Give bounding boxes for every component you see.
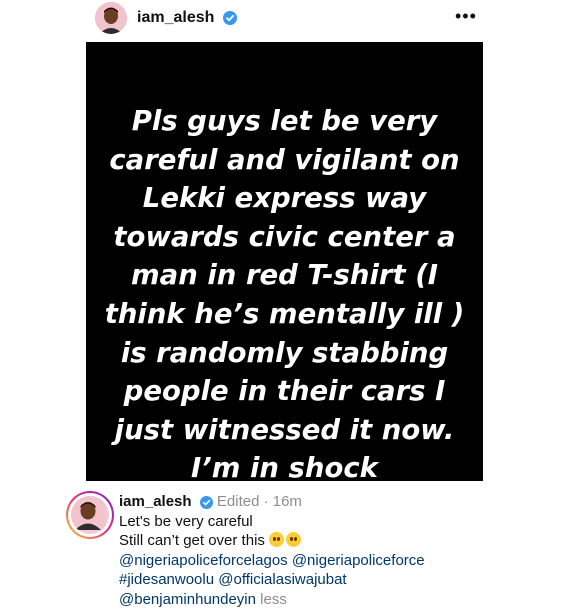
post-image: Pls guys let be very careful and vigilan… [86, 42, 483, 484]
caption-text: Still can’t get over this [119, 532, 265, 549]
caption: iam_alesh Edited · 16m Let's be very car… [119, 492, 549, 609]
username[interactable]: iam_alesh [137, 9, 237, 27]
pleading-face-emoji-icon [269, 532, 285, 547]
post-line: man in red T-shirt (I [131, 259, 438, 292]
post-image-text: Pls guys let be very careful and vigilan… [86, 102, 483, 488]
verified-badge-icon [199, 495, 213, 509]
mention-link[interactable]: @nigeriapoliceforcelagos [119, 552, 288, 569]
post-line: people in their cars I [123, 375, 446, 408]
post-line: towards civic center a [113, 220, 456, 253]
less-link[interactable]: less [260, 591, 287, 608]
username-text[interactable]: iam_alesh [137, 9, 214, 26]
caption-line-2: Still can’t get over this [119, 531, 549, 551]
post-line: think he’s mentally ill ) [104, 297, 465, 330]
mention-link[interactable]: @benjaminhundeyin [119, 591, 256, 608]
mention-link[interactable]: @officialasiwajubat [218, 571, 346, 588]
caption-mentions-row: @nigeriapoliceforcelagos @nigeriapolicef… [119, 551, 549, 571]
post-header: iam_alesh ••• [0, 0, 578, 42]
caption-mentions-row: @benjaminhundeyin less [119, 590, 549, 609]
avatar-image [71, 496, 109, 534]
avatar-portrait [95, 2, 127, 34]
post-line: just witnessed it now. [114, 413, 455, 446]
caption-mentions-row: #jidesanwoolu @officialasiwajubat [119, 570, 549, 590]
more-options-icon[interactable]: ••• [455, 6, 477, 27]
caption-header: iam_alesh Edited · 16m [119, 492, 549, 512]
avatar[interactable] [95, 2, 127, 34]
post-line: I’m in shock [191, 452, 378, 485]
caption-line: Let's be very careful [119, 512, 253, 530]
post-line: is randomly stabbing [120, 336, 449, 369]
avatar-portrait [71, 496, 105, 530]
caption-username[interactable]: iam_alesh [119, 493, 192, 510]
mention-link[interactable]: @nigeriapoliceforce [292, 552, 425, 569]
post-line: Pls guys let be very [131, 105, 438, 137]
pleading-face-emoji-icon [286, 532, 302, 547]
hashtag-link[interactable]: #jidesanwoolu [119, 571, 214, 588]
verified-badge-icon [222, 10, 237, 25]
caption-meta: Edited · 16m [216, 493, 302, 510]
post-line: careful and vigilant on [109, 143, 460, 176]
caption-avatar[interactable] [66, 491, 114, 539]
post-line: Lekki express way [142, 182, 427, 215]
